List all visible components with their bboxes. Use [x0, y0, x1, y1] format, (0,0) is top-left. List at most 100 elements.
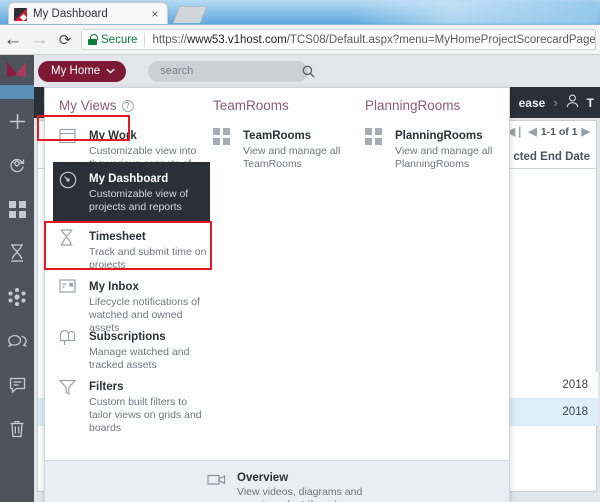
my-home-dropdown-menu: My Views ? TeamRooms PlanningRooms My Wo… [44, 87, 510, 502]
menu-footer-overview[interactable]: Overview View videos, diagrams and overv… [45, 460, 509, 502]
rail-item-grid[interactable] [0, 187, 34, 231]
column-header-teamrooms: TeamRooms [213, 98, 289, 113]
v1-logo-mark [7, 61, 27, 79]
new-tab-button[interactable] [172, 6, 208, 23]
menu-item-desc: Customizable view of projects and report… [89, 188, 189, 213]
address-bar[interactable]: Secure https://www53.v1host.com/TCS08/De… [81, 29, 596, 50]
logo-shape-right [15, 61, 26, 77]
cell-end-date: 2018 [562, 379, 588, 391]
global-search[interactable] [148, 60, 315, 82]
browser-toolbar: ← → ⟳ Secure https://www53.v1host.com/TC… [0, 25, 600, 55]
search-icon[interactable] [302, 65, 315, 78]
app-top-bar: My Home [34, 55, 600, 87]
menu-item-title: My Dashboard [89, 173, 169, 185]
overview-title: Overview [237, 472, 289, 484]
rail-item-add[interactable] [0, 99, 34, 143]
trash-icon [9, 420, 25, 438]
column-header-planningrooms: PlanningRooms [365, 98, 461, 113]
application-area: My Home ease › [0, 55, 600, 502]
funnel-icon [58, 377, 80, 435]
menu-item-text: Timesheet Track and submit time on proje… [89, 227, 211, 272]
grid-icon [365, 126, 386, 171]
refresh-gear-icon [8, 156, 26, 174]
menu-item-title: Filters [89, 381, 124, 393]
browser-tab-strip: My Dashboard × [0, 0, 600, 25]
breadcrumb[interactable]: ease [519, 96, 546, 110]
rail-item-recycle-bin[interactable] [0, 407, 34, 451]
menu-item-text: Subscriptions Manage watched and tracked… [89, 327, 211, 372]
chevron-down-icon [106, 66, 115, 76]
menu-item-text: TeamRooms View and manage all TeamRooms [243, 126, 365, 171]
my-home-button[interactable]: My Home [38, 60, 127, 82]
gauge-icon [59, 169, 80, 214]
hourglass-icon [9, 244, 25, 262]
left-icon-rail [0, 55, 34, 502]
pager-prev-button[interactable]: ◀ [528, 125, 536, 138]
rail-item-comments[interactable] [0, 363, 34, 407]
menu-item-title: My Inbox [89, 281, 139, 293]
grid-icon-shape [213, 128, 234, 145]
menu-item-title: Timesheet [89, 231, 146, 243]
search-input[interactable] [160, 65, 303, 77]
menu-item-desc: View and manage all PlanningRooms [395, 145, 493, 170]
rail-item-conversations[interactable] [0, 319, 34, 363]
grid-icon-shape [365, 128, 386, 145]
menu-item-filters[interactable]: Filters Custom built filters to tailor v… [58, 377, 211, 435]
video-camera-icon [207, 471, 228, 502]
my-home-label: My Home [51, 65, 101, 77]
browser-tab[interactable]: My Dashboard × [8, 2, 168, 24]
forward-arrow-icon[interactable]: → [26, 25, 52, 55]
omnibox-divider [144, 32, 146, 47]
overview-text: Overview View videos, diagrams and overv… [237, 471, 387, 502]
menu-item-text: PlanningRooms View and manage all Planni… [395, 126, 517, 171]
menu-item-planningrooms[interactable]: PlanningRooms View and manage all Planni… [365, 126, 517, 171]
rail-item-refresh[interactable] [0, 143, 34, 187]
address-bar-url: https://www53.v1host.com/TCS08/Default.a… [152, 33, 595, 46]
lock-icon [88, 34, 98, 45]
rail-item-network[interactable] [0, 275, 34, 319]
menu-item-title: Subscriptions [89, 331, 166, 343]
user-name[interactable]: T [587, 96, 594, 110]
mailbox-icon [59, 327, 80, 372]
menu-item-desc: Track and submit time on projects [89, 246, 207, 271]
versionone-favicon [14, 7, 27, 21]
url-scheme: https:// [152, 33, 187, 46]
grid-icon [8, 200, 26, 218]
back-arrow-icon[interactable]: ← [0, 25, 26, 55]
menu-item-timesheet[interactable]: Timesheet Track and submit time on proje… [59, 227, 211, 272]
menu-columns: My Views ? TeamRooms PlanningRooms My Wo… [45, 88, 509, 461]
menu-item-teamrooms[interactable]: TeamRooms View and manage all TeamRooms [213, 126, 365, 171]
menu-item-title: My Work [89, 130, 137, 142]
screenshot-root: My Dashboard × ← → ⟳ Secure https://www5… [0, 0, 600, 502]
column-header-end-date[interactable]: cted End Date [513, 151, 590, 163]
menu-item-my-dashboard[interactable]: My Dashboard Customizable view of projec… [53, 162, 210, 222]
grid-icon [213, 126, 234, 171]
comment-icon [9, 377, 26, 394]
menu-item-desc: View and manage all TeamRooms [243, 145, 341, 170]
secure-label: Secure [101, 33, 138, 46]
pagination: ◀❘ ◀ 1-1 of 1 ▶ [507, 125, 590, 139]
menu-item-subscriptions[interactable]: Subscriptions Manage watched and tracked… [59, 327, 211, 372]
pager-range-label: 1-1 of 1 [540, 125, 578, 138]
close-icon[interactable]: × [148, 8, 162, 20]
plus-icon [8, 112, 27, 131]
user-avatar-icon[interactable] [566, 94, 579, 111]
network-nodes-icon [8, 288, 26, 306]
url-host: www53.v1host.com [186, 33, 287, 46]
chevron-right-icon[interactable]: › [553, 95, 557, 110]
help-icon[interactable]: ? [121, 99, 134, 112]
menu-item-title: PlanningRooms [395, 130, 483, 142]
menu-item-title: TeamRooms [243, 130, 312, 142]
overview-desc: View videos, diagrams and overviews for … [237, 486, 363, 502]
pager-next-button[interactable]: ▶ [582, 125, 590, 138]
menu-item-text: Filters Custom built filters to tailor v… [89, 377, 211, 435]
overview-inner: Overview View videos, diagrams and overv… [207, 471, 387, 502]
rail-item-timesheet[interactable] [0, 231, 34, 275]
hourglass-icon [59, 227, 80, 272]
my-home-menu-wrap: My Home [38, 60, 127, 82]
reload-icon[interactable]: ⟳ [52, 25, 78, 55]
cell-end-date: 2018 [562, 406, 588, 418]
my-views-title: My Views [59, 98, 117, 113]
versionone-logo[interactable] [0, 55, 34, 85]
column-header-my-views: My Views ? [59, 98, 134, 113]
